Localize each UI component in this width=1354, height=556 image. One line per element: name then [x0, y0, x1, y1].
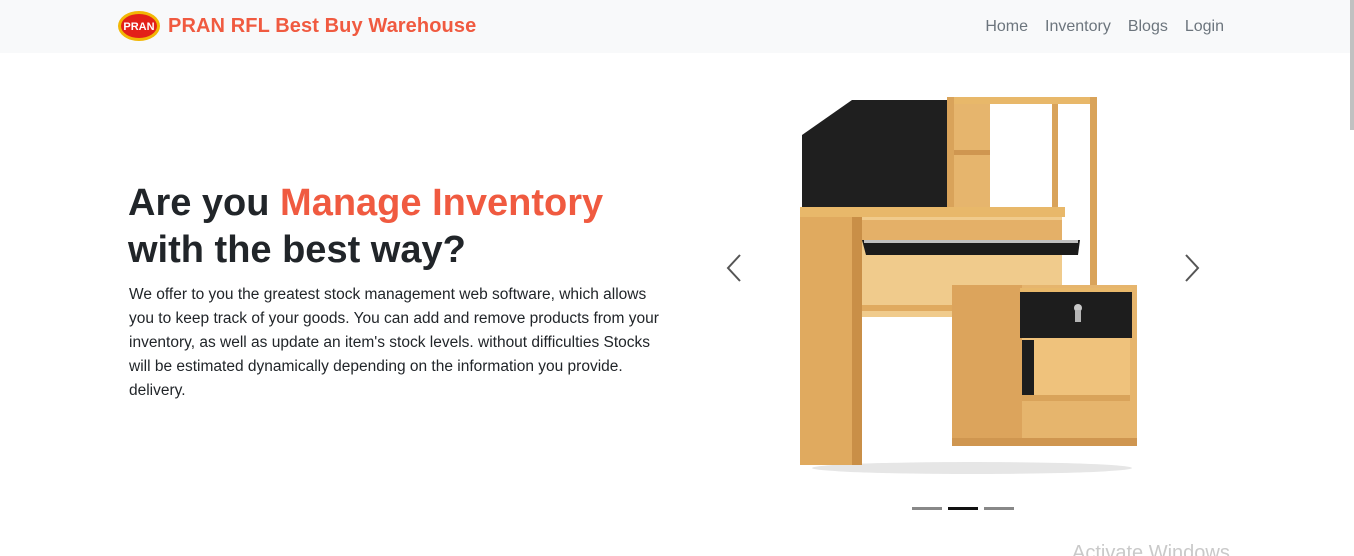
navbar: PRAN PRAN RFL Best Buy Warehouse Home In… — [0, 0, 1354, 53]
carousel-indicator-3[interactable] — [984, 507, 1014, 510]
carousel-next-button[interactable] — [1180, 253, 1204, 283]
pran-logo-icon: PRAN — [117, 10, 161, 42]
hero-title-suffix: with the best way? — [128, 229, 466, 271]
hero-carousel — [700, 80, 1220, 520]
nav-link-inventory[interactable]: Inventory — [1045, 18, 1111, 36]
brand-link[interactable]: PRAN PRAN RFL Best Buy Warehouse — [117, 8, 476, 44]
carousel-slide-desk-image — [792, 90, 1152, 480]
main-nav: Home Inventory Blogs Login — [968, 0, 1224, 53]
hero-description: We offer to you the greatest stock manag… — [129, 286, 659, 399]
activate-windows-watermark: Activate Windows — [1072, 542, 1230, 556]
carousel-indicator-2[interactable] — [948, 507, 978, 510]
nav-link-login[interactable]: Login — [1185, 18, 1224, 36]
chevron-left-icon — [726, 254, 741, 282]
brand-name: PRAN RFL Best Buy Warehouse — [168, 14, 477, 37]
hero-title-accent: Manage Inventory — [280, 182, 604, 224]
carousel-indicators — [912, 507, 1020, 510]
hero-title-prefix: Are you — [128, 182, 281, 224]
hero-title: Are you Manage Inventory with the best wa… — [128, 180, 688, 274]
nav-link-blogs[interactable]: Blogs — [1128, 18, 1168, 36]
page-scrollbar[interactable] — [1350, 0, 1354, 130]
chevron-right-icon — [1185, 254, 1200, 282]
svg-text:PRAN: PRAN — [123, 21, 154, 33]
nav-link-home[interactable]: Home — [985, 18, 1028, 36]
carousel-indicator-1[interactable] — [912, 507, 942, 510]
carousel-prev-button[interactable] — [722, 253, 746, 283]
